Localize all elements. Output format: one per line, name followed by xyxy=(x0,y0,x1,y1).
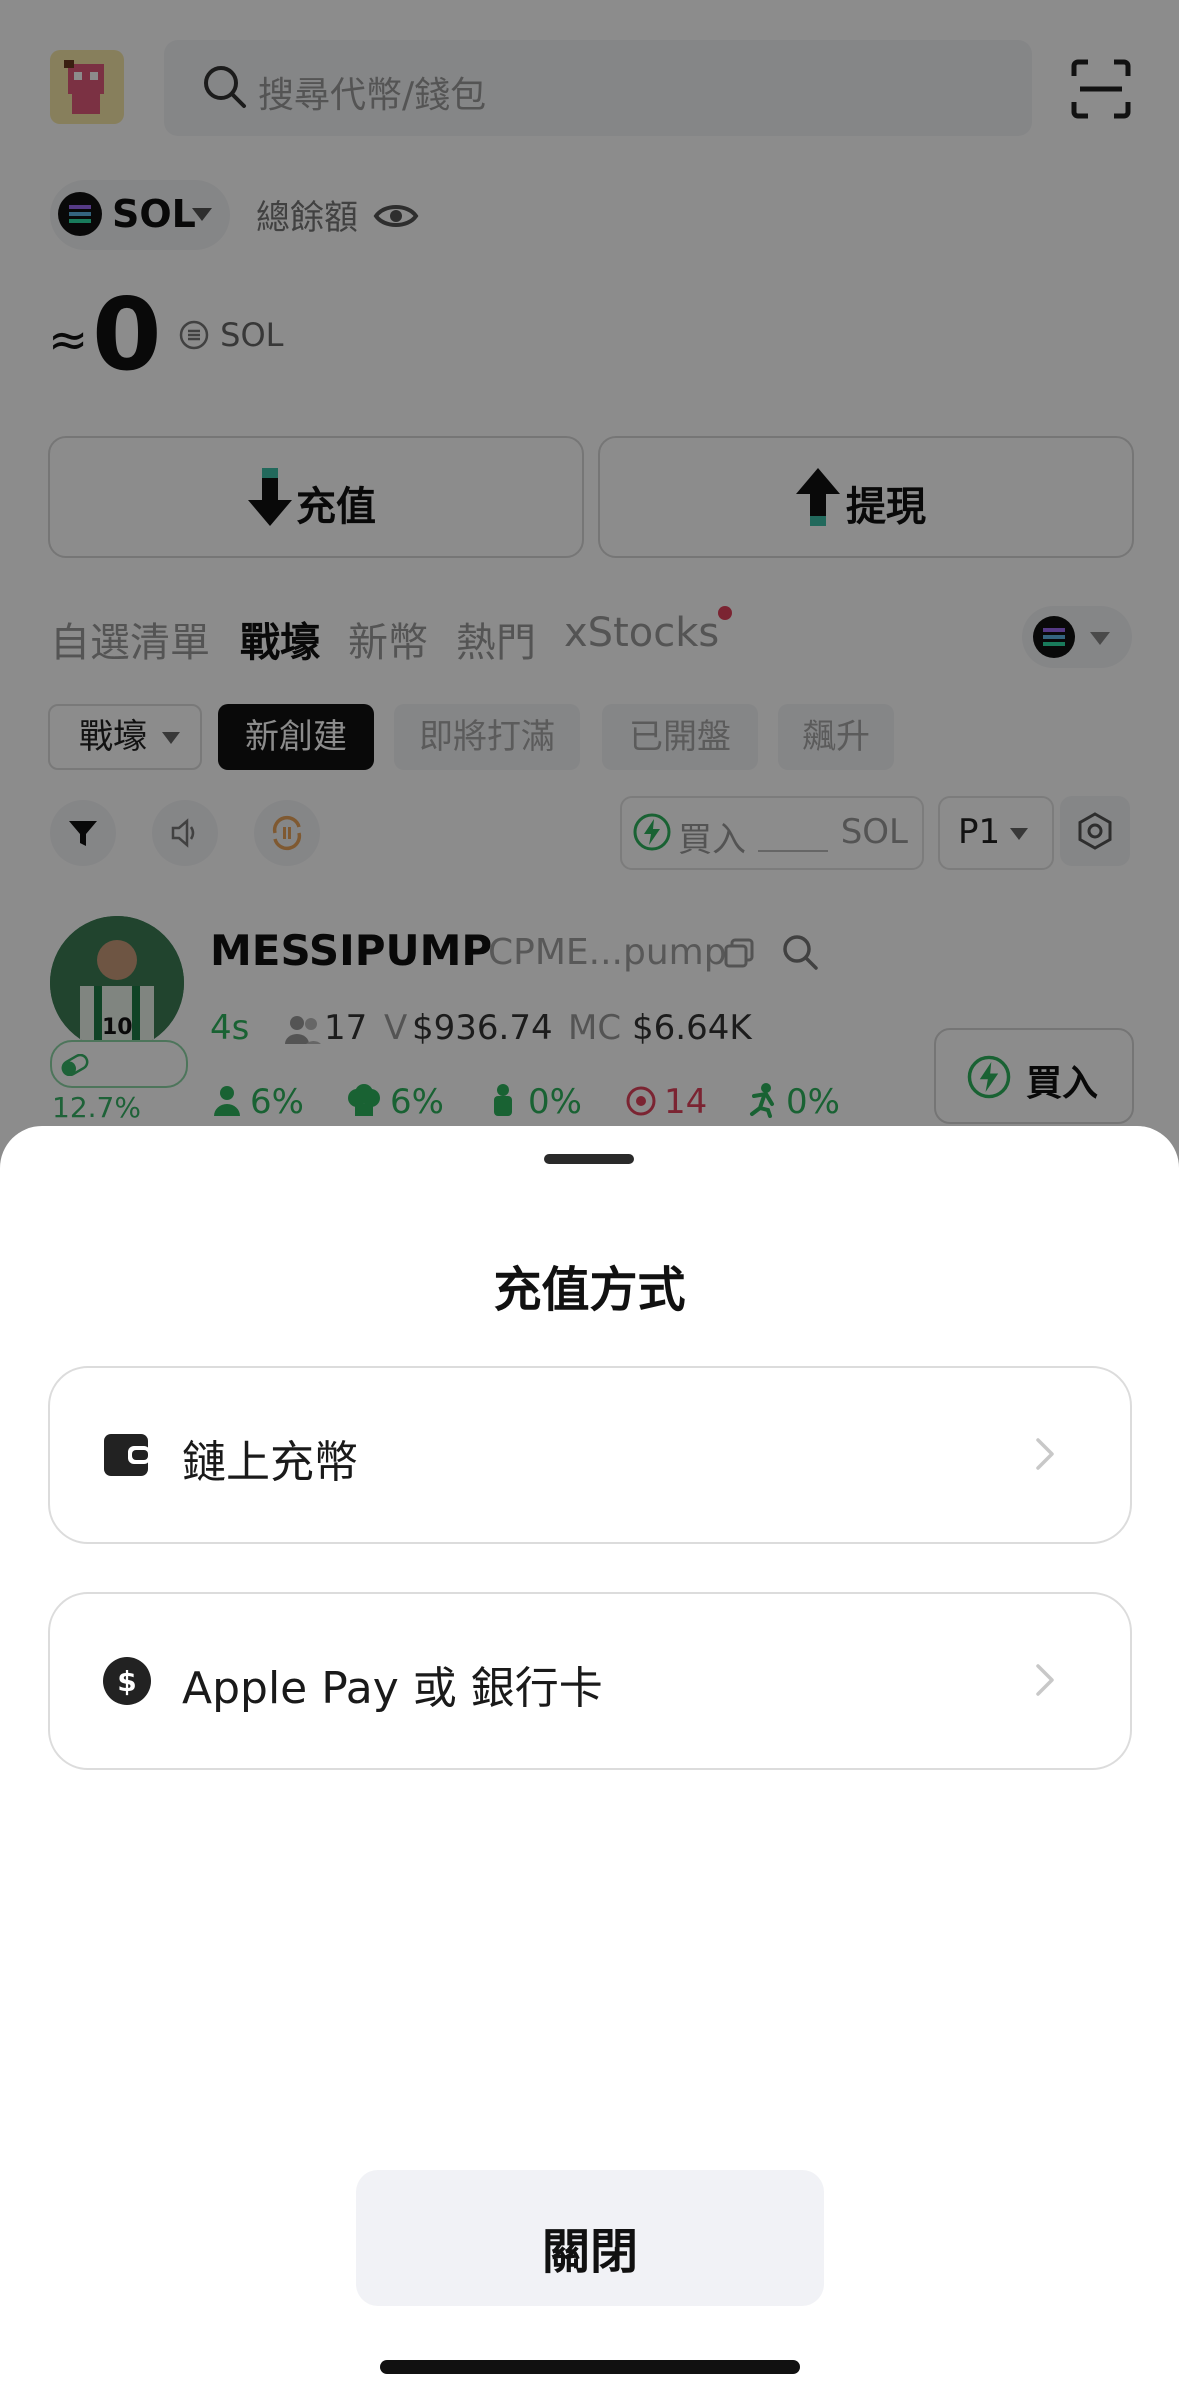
option-applepay-bankcard[interactable]: $ Apple Pay 或 銀行卡 xyxy=(48,1592,1132,1770)
option-label: Apple Pay 或 銀行卡 xyxy=(182,1663,603,1714)
chevron-right-icon xyxy=(1036,1664,1054,1696)
close-button[interactable]: 關閉 xyxy=(356,2170,824,2306)
option-onchain-deposit[interactable]: 鏈上充幣 xyxy=(48,1366,1132,1544)
chevron-right-icon xyxy=(1036,1438,1054,1470)
dollar-coin-icon: $ xyxy=(103,1657,151,1705)
sheet-grabber[interactable] xyxy=(544,1154,634,1164)
svg-text:$: $ xyxy=(117,1665,136,1698)
wallet-icon xyxy=(104,1434,150,1476)
option-label: 鏈上充幣 xyxy=(182,1437,358,1488)
home-indicator[interactable] xyxy=(380,2360,800,2374)
sheet-title: 充值方式 xyxy=(493,1262,686,1318)
